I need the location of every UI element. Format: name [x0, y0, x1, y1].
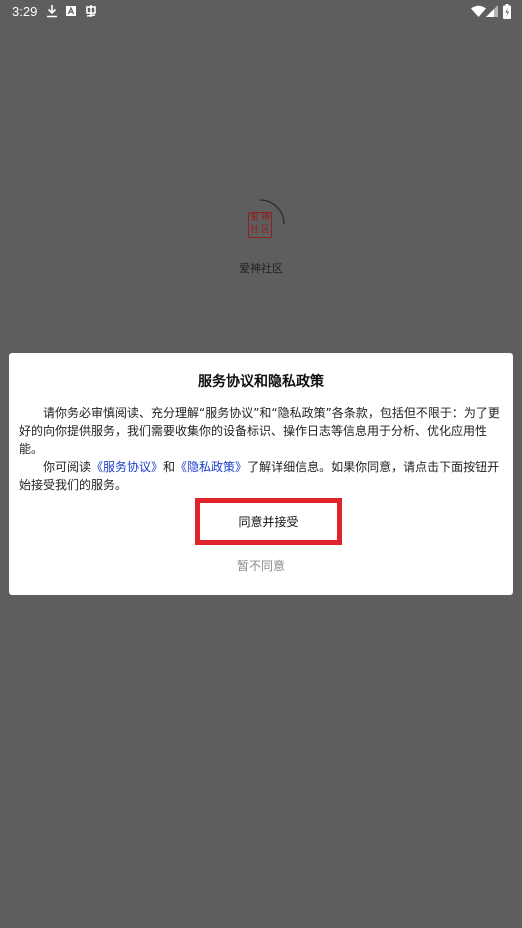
dialog-body: 请你务必审慎阅读、充分理解“服务协议”和“隐私政策”各条款，包括但不限于：为了更…: [19, 404, 503, 494]
decline-button[interactable]: 暂不同意: [201, 555, 321, 575]
a-box-icon: [66, 3, 76, 19]
dialog-paragraph-1: 请你务必审慎阅读、充分理解“服务协议”和“隐私政策”各条款，包括但不限于：为了更…: [19, 406, 500, 456]
dialog-title: 服务协议和隐私政策: [198, 374, 324, 390]
privacy-policy-link[interactable]: 《隐私政策》: [175, 460, 247, 474]
accept-button-highlight: 同意并接受: [195, 498, 342, 545]
service-agreement-link[interactable]: 《服务协议》: [91, 460, 163, 474]
wifi-icon: [470, 3, 486, 19]
bug-icon: [84, 3, 98, 19]
app-name: 爱神社区: [239, 262, 283, 275]
agreement-dialog: 服务协议和隐私政策 请你务必审慎阅读、充分理解“服务协议”和“隐私政策”各条款，…: [9, 353, 513, 595]
battery-icon: [502, 3, 511, 19]
dialog-paragraph-2: 你可阅读《服务协议》和《隐私政策》了解详细信息。如果你同意，请点击下面按钮开始接…: [19, 458, 503, 494]
app-logo: 爱 神 社 区: [248, 212, 272, 238]
status-bar: 3:29: [0, 0, 522, 24]
accept-button[interactable]: 同意并接受: [200, 503, 337, 540]
paragraph-2-and: 和: [163, 460, 176, 474]
paragraph-2-prefix: 你可阅读: [43, 460, 92, 474]
download-icon: [46, 3, 58, 19]
status-time: 3:29: [12, 4, 38, 19]
signal-icon: [486, 3, 498, 19]
